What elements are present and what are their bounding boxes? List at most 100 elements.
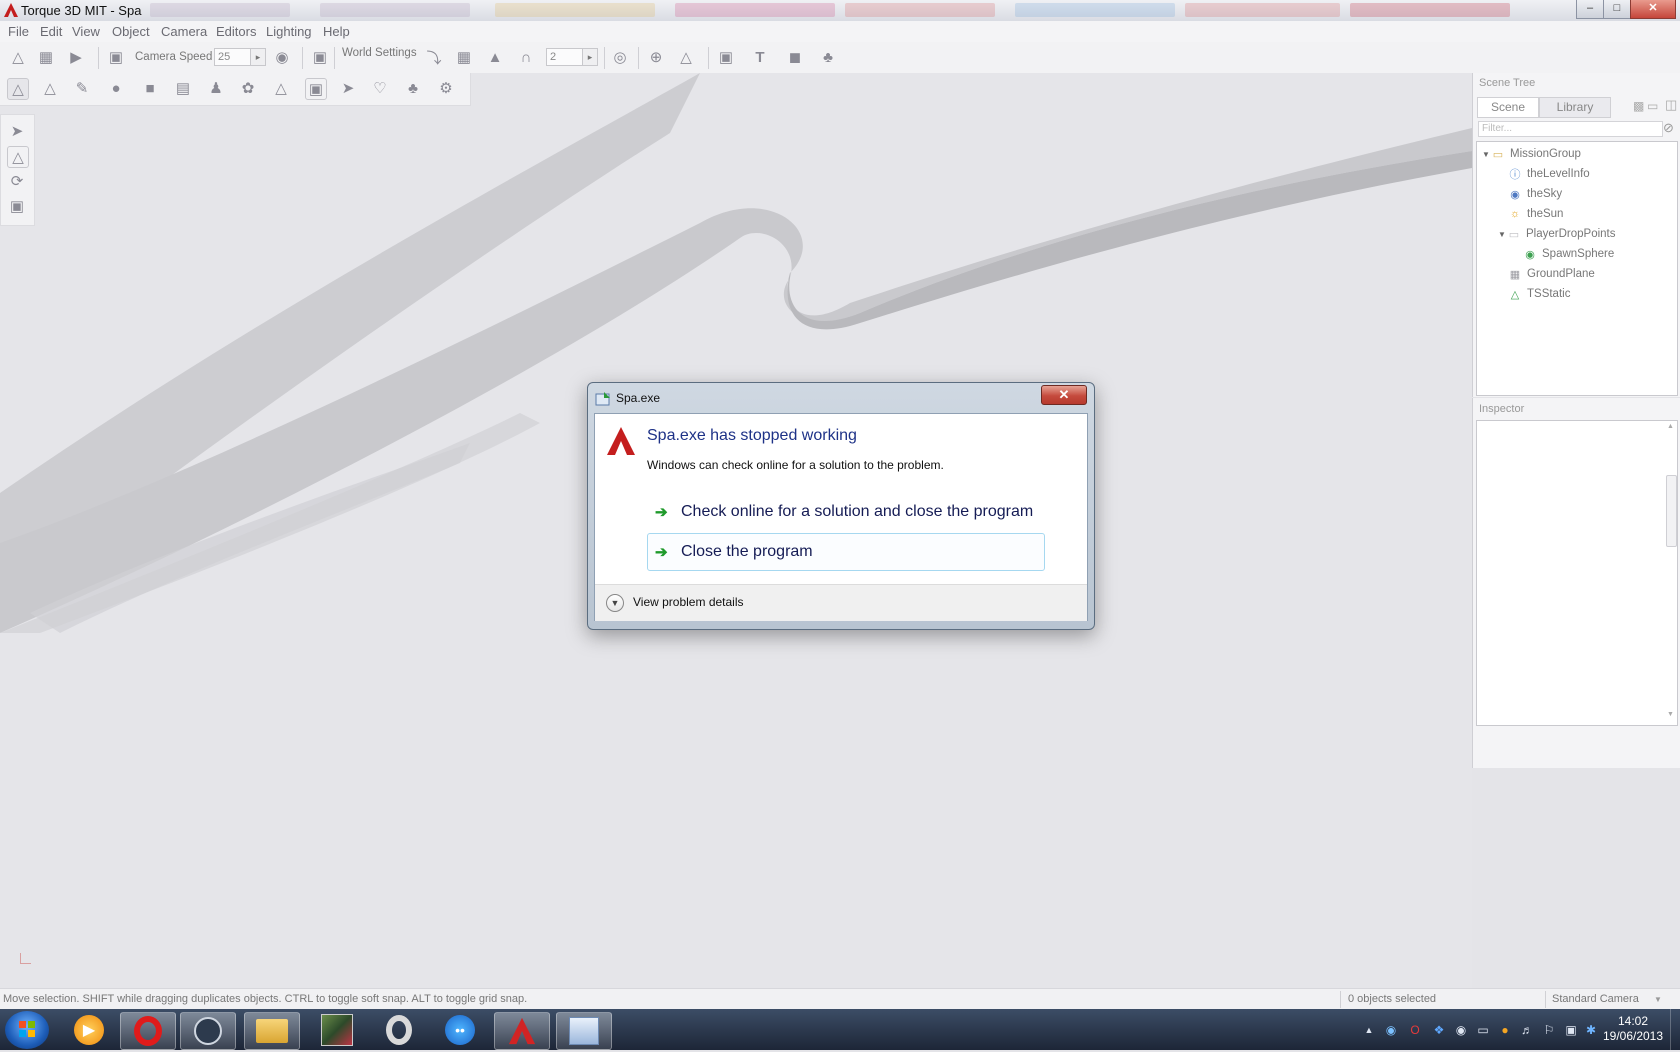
menu-file[interactable]: File bbox=[8, 24, 29, 39]
shape-editor-icon[interactable]: ♟ bbox=[206, 78, 226, 98]
chat-app-taskbar[interactable]: •• bbox=[433, 1012, 487, 1048]
menu-editors[interactable]: Editors bbox=[216, 24, 256, 39]
snap-rotate-icon[interactable]: ⤵ bbox=[424, 47, 444, 67]
forest-editor-icon[interactable]: ♣ bbox=[403, 78, 423, 98]
opera-taskbar[interactable] bbox=[120, 1012, 176, 1050]
close-button[interactable]: ✕ bbox=[1630, 0, 1676, 19]
expand-arrow-icon[interactable]: ▼ bbox=[1497, 230, 1507, 239]
terrain-painter-icon[interactable]: ✎ bbox=[72, 78, 92, 98]
dialog-close-button[interactable]: ✕ bbox=[1041, 385, 1087, 405]
tree-item-levelinfo[interactable]: ⓘ theLevelInfo bbox=[1508, 164, 1590, 184]
forest-icon[interactable]: ♣ bbox=[818, 47, 838, 67]
torque-taskbar[interactable] bbox=[494, 1012, 550, 1050]
object-editor-icon[interactable]: △ bbox=[7, 78, 29, 100]
grid-snap-icon[interactable]: ▦ bbox=[454, 47, 474, 67]
tray-expand-icon[interactable]: ▲ bbox=[1362, 1023, 1376, 1037]
tree-item-missiongroup[interactable]: ▼ ▭ MissionGroup bbox=[1481, 144, 1581, 164]
tree-item-groundplane[interactable]: ▦ GroundPlane bbox=[1508, 264, 1595, 284]
filter-input[interactable]: Filter... bbox=[1478, 121, 1663, 137]
check-online-option[interactable]: ➔ Check online for a solution and close … bbox=[647, 493, 1045, 531]
object-box-icon[interactable]: ◼ bbox=[785, 47, 805, 67]
opera-next-taskbar[interactable] bbox=[372, 1012, 426, 1048]
view-details-link[interactable]: View problem details bbox=[633, 595, 744, 609]
opera-tray-icon[interactable]: O bbox=[1408, 1023, 1422, 1037]
display-icon[interactable]: ▣ bbox=[1564, 1023, 1578, 1037]
scale-tool-icon[interactable]: ▣ bbox=[7, 196, 27, 216]
play-icon[interactable]: ▶ bbox=[66, 47, 86, 67]
clear-filter-icon[interactable]: ⊘ bbox=[1663, 120, 1674, 136]
particle-editor-icon[interactable]: ✿ bbox=[238, 78, 258, 98]
material-editor-icon[interactable]: ● bbox=[106, 78, 126, 98]
lock-icon[interactable]: ▩ bbox=[1633, 99, 1644, 113]
menu-camera[interactable]: Camera bbox=[161, 24, 207, 39]
menu-help[interactable]: Help bbox=[323, 24, 350, 39]
visibility-eye-icon[interactable]: ◉ bbox=[272, 47, 292, 67]
sketch-tool-icon[interactable]: ■ bbox=[140, 78, 160, 98]
taskbar-clock[interactable]: 14:02 19/06/2013 bbox=[1598, 1014, 1668, 1044]
tree-item-spawnsphere[interactable]: ◉ SpawnSphere bbox=[1523, 244, 1614, 264]
move-tool-icon[interactable]: △ bbox=[7, 146, 29, 168]
action-center-icon[interactable]: ⚐ bbox=[1542, 1023, 1556, 1037]
tree-item-sky[interactable]: ◉ theSky bbox=[1508, 184, 1562, 204]
scroll-thumb[interactable] bbox=[1666, 475, 1677, 547]
menu-view[interactable]: View bbox=[72, 24, 100, 39]
maximize-button[interactable]: □ bbox=[1603, 0, 1631, 19]
pivot-icon[interactable]: ⊕ bbox=[646, 47, 666, 67]
menu-edit[interactable]: Edit bbox=[40, 24, 62, 39]
explorer-taskbar[interactable] bbox=[244, 1012, 300, 1050]
mesh-road-icon[interactable]: ▣ bbox=[305, 78, 327, 100]
menu-object[interactable]: Object bbox=[112, 24, 150, 39]
tab-scene[interactable]: Scene bbox=[1477, 97, 1539, 118]
center-icon[interactable]: ▣ bbox=[716, 47, 736, 67]
terrain-editor-icon[interactable]: △ bbox=[40, 78, 60, 98]
tree-item-tsstatic[interactable]: △ TSStatic bbox=[1508, 284, 1571, 304]
bounds-icon[interactable]: ◎ bbox=[610, 47, 630, 67]
road-editor-icon[interactable]: △ bbox=[271, 78, 291, 98]
navmesh-editor-icon[interactable]: ⚙ bbox=[436, 78, 456, 98]
world-settings-label[interactable]: World Settings bbox=[342, 47, 417, 59]
camera-speed-input[interactable]: 25 bbox=[214, 48, 253, 66]
camera-speed-arrow-icon[interactable]: ▸ bbox=[250, 48, 266, 66]
chevron-down-icon[interactable]: ▼ bbox=[606, 594, 624, 612]
decal-editor-icon[interactable]: ♡ bbox=[370, 78, 390, 98]
start-button[interactable] bbox=[5, 1011, 49, 1049]
update-icon[interactable]: ● bbox=[1498, 1023, 1512, 1037]
camera-icon[interactable]: ▣ bbox=[106, 47, 126, 67]
media-player-taskbar[interactable]: ▶ bbox=[62, 1012, 116, 1048]
text-icon[interactable]: T bbox=[750, 47, 770, 67]
bluetooth-icon[interactable]: ✱ bbox=[1584, 1023, 1598, 1037]
steam-taskbar[interactable] bbox=[180, 1012, 236, 1050]
expand-arrow-icon[interactable]: ▼ bbox=[1481, 150, 1491, 159]
camera-mode-select[interactable]: Standard Camera bbox=[1552, 993, 1639, 1005]
inspector-scrollbar[interactable]: ▲ ▼ bbox=[1666, 423, 1677, 721]
scroll-up-icon[interactable]: ▲ bbox=[1667, 423, 1674, 430]
volume-icon[interactable]: ♬ bbox=[1520, 1023, 1534, 1037]
tree-item-playerdroppoints[interactable]: ▼ ▭ PlayerDropPoints bbox=[1497, 224, 1615, 244]
object-snap-icon[interactable]: ▣ bbox=[310, 47, 330, 67]
snap-size-arrow-icon[interactable]: ▸ bbox=[582, 48, 598, 66]
river-editor-icon[interactable]: ➤ bbox=[338, 78, 358, 98]
dropbox-icon[interactable]: ❖ bbox=[1432, 1023, 1446, 1037]
error-report-taskbar[interactable] bbox=[556, 1012, 612, 1050]
magnet-icon[interactable]: ∩ bbox=[516, 47, 536, 67]
menu-lighting[interactable]: Lighting bbox=[266, 24, 312, 39]
terrain-snap-icon[interactable]: ▲ bbox=[485, 47, 505, 67]
datablock-editor-icon[interactable]: ▤ bbox=[173, 78, 193, 98]
tab-library[interactable]: Library bbox=[1539, 97, 1611, 118]
network-globe-icon[interactable]: ◉ bbox=[1384, 1023, 1398, 1037]
new-folder-icon[interactable]: ▭ bbox=[1647, 99, 1658, 113]
tree-item-sun[interactable]: ☼ theSun bbox=[1508, 204, 1564, 224]
layout-icon[interactable]: ▦ bbox=[36, 47, 56, 67]
close-program-option[interactable]: ➔ Close the program bbox=[647, 533, 1045, 571]
rotate-tool-icon[interactable]: ⟳ bbox=[7, 171, 27, 191]
delete-icon[interactable]: ◫ bbox=[1665, 97, 1677, 113]
show-desktop-button[interactable] bbox=[1670, 1009, 1680, 1050]
snap-size-input[interactable]: 2 bbox=[546, 48, 585, 66]
drop-icon[interactable]: △ bbox=[676, 47, 696, 67]
usb-icon[interactable]: ▭ bbox=[1476, 1023, 1490, 1037]
world-editor-icon[interactable]: △ bbox=[8, 47, 28, 67]
photo-app-taskbar[interactable] bbox=[310, 1012, 364, 1048]
minimize-button[interactable]: – bbox=[1576, 0, 1604, 19]
chevron-down-icon[interactable]: ▼ bbox=[1654, 995, 1662, 1004]
scroll-down-icon[interactable]: ▼ bbox=[1667, 711, 1674, 718]
